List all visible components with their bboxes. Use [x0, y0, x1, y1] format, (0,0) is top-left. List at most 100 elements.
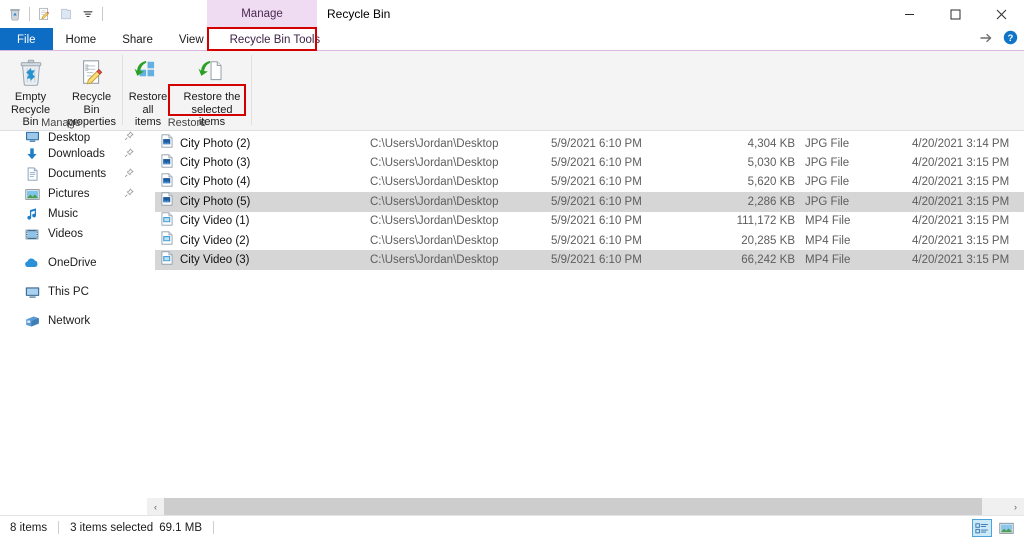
jpg-file-icon — [161, 153, 173, 173]
cell-location: C:\Users\Jordan\Desktop — [370, 234, 499, 247]
document-icon — [22, 166, 42, 182]
scrollbar-track[interactable] — [164, 498, 1007, 515]
tab-recycle-bin-tools[interactable]: Recycle Bin Tools — [217, 28, 334, 51]
cell-date-modified: 4/20/2021 3:15 PM — [912, 176, 1010, 189]
pictures-icon — [22, 186, 42, 202]
qat-separator-1 — [29, 7, 30, 21]
tab-view[interactable]: View — [166, 28, 217, 51]
sidebar-item-videos[interactable]: Videos — [0, 224, 148, 244]
sidebar-gap-2 — [0, 273, 148, 282]
ribbon-group-manage: Empty Recycle Bin Recycle Bin properties… — [0, 51, 122, 131]
maximize-button[interactable] — [932, 0, 978, 28]
status-bar: 8 items 3 items selected 69.1 MB — [0, 515, 1024, 539]
network-icon — [22, 313, 42, 329]
cell-location: C:\Users\Jordan\Desktop — [370, 254, 499, 267]
ribbon-right-controls: ? — [980, 28, 1018, 51]
svg-text:?: ? — [1008, 32, 1014, 42]
contextual-tab-group-label: Manage — [241, 8, 283, 20]
window-title: Recycle Bin — [327, 7, 391, 21]
close-button[interactable] — [978, 0, 1024, 28]
table-row[interactable]: City Photo (5) C:\Users\Jordan\Desktop 5… — [155, 192, 1024, 212]
properties-icon[interactable] — [33, 3, 55, 25]
sidebar-label-onedrive: OneDrive — [48, 257, 97, 269]
ribbon-group-label-restore: Restore — [167, 117, 207, 129]
pin-icon-desktop[interactable] — [124, 131, 134, 144]
sidebar-label-documents: Documents — [48, 168, 107, 180]
cell-date-deleted: 5/9/2021 6:10 PM — [551, 137, 642, 150]
sidebar-item-network[interactable]: Network — [0, 311, 148, 331]
table-row[interactable]: City Video (1) C:\Users\Jordan\Desktop 5… — [155, 212, 1024, 231]
ribbon-tab-strip: File Home Share View Recycle Bin Tools — [0, 28, 1024, 51]
table-row[interactable]: City Video (2) C:\Users\Jordan\Desktop 5… — [155, 231, 1024, 250]
scroll-left-button[interactable]: ‹ — [147, 498, 164, 515]
scroll-right-button[interactable]: › — [1007, 498, 1024, 515]
sidebar-item-onedrive[interactable]: OneDrive — [0, 253, 148, 273]
help-icon[interactable]: ? — [1003, 30, 1018, 50]
minimize-button[interactable] — [886, 0, 932, 28]
jpg-file-icon — [161, 173, 173, 192]
sidebar-item-downloads[interactable]: Downloads — [0, 144, 148, 164]
file-list: City Photo (2) C:\Users\Jordan\Desktop 5… — [155, 134, 1024, 494]
empty-recycle-bin-icon — [16, 56, 46, 90]
details-view-button[interactable] — [972, 519, 992, 537]
cell-date-deleted: 5/9/2021 6:10 PM — [551, 254, 642, 267]
table-row[interactable]: City Photo (3) C:\Users\Jordan\Desktop 5… — [155, 153, 1024, 172]
cell-location: C:\Users\Jordan\Desktop — [370, 157, 499, 170]
cell-type: JPG File — [805, 195, 850, 208]
tab-home[interactable]: Home — [53, 28, 110, 51]
sidebar-item-pictures[interactable]: Pictures — [0, 184, 148, 204]
cell-date-deleted: 5/9/2021 6:10 PM — [551, 176, 642, 189]
cell-date-modified: 4/20/2021 3:15 PM — [912, 157, 1010, 170]
desktop-icon — [22, 131, 42, 144]
cell-date-modified: 4/20/2021 3:15 PM — [912, 195, 1010, 208]
table-row[interactable]: City Photo (4) C:\Users\Jordan\Desktop 5… — [155, 173, 1024, 192]
sidebar-label-downloads: Downloads — [48, 148, 105, 160]
cell-size: 5,030 KB — [747, 157, 795, 170]
cell-size: 5,620 KB — [747, 176, 795, 189]
ribbon-group-divider-2 — [251, 55, 252, 125]
jpg-file-icon — [161, 192, 173, 211]
download-icon — [22, 146, 42, 162]
contextual-tab-group-manage: Manage — [207, 0, 317, 28]
mp4-file-icon — [161, 231, 173, 250]
file-name: City Video (1) — [180, 215, 250, 228]
status-selection-count: 3 items selected — [70, 521, 154, 534]
tab-share[interactable]: Share — [109, 28, 166, 51]
sidebar-item-documents[interactable]: Documents — [0, 164, 148, 184]
file-name: City Photo (5) — [180, 195, 251, 208]
mp4-file-icon — [161, 212, 173, 231]
pin-icon-documents[interactable] — [124, 167, 134, 181]
navigation-pane: Desktop Downloads Documents Pictures Mus… — [0, 131, 148, 494]
cell-size: 20,285 KB — [741, 234, 795, 247]
scrollbar-thumb[interactable] — [164, 498, 982, 515]
music-note-icon — [22, 206, 42, 222]
sidebar-item-desktop[interactable]: Desktop — [0, 131, 148, 144]
pin-icon-pictures[interactable] — [124, 187, 134, 201]
folder-icon[interactable] — [55, 3, 77, 25]
pin-icon-downloads[interactable] — [124, 147, 134, 161]
sidebar-gap-1 — [0, 244, 148, 253]
cell-size: 111,172 KB — [736, 215, 795, 228]
title-bar: Manage Recycle Bin — [0, 0, 1024, 28]
large-icons-view-button[interactable] — [996, 519, 1016, 537]
cell-date-deleted: 5/9/2021 6:10 PM — [551, 215, 642, 228]
quick-access-toolbar — [4, 2, 106, 26]
cell-type: JPG File — [805, 157, 850, 170]
status-separator-2 — [213, 521, 215, 534]
ribbon-group-label-manage: Manage — [41, 117, 81, 129]
video-icon — [22, 226, 42, 242]
horizontal-scrollbar[interactable]: ‹ › — [147, 498, 1024, 515]
chevron-down-icon[interactable] — [77, 3, 99, 25]
restore-selected-items-icon — [197, 56, 227, 90]
table-row[interactable]: City Video (3) C:\Users\Jordan\Desktop 5… — [155, 250, 1024, 270]
sidebar-item-this-pc[interactable]: This PC — [0, 282, 148, 302]
recycle-bin-properties-icon — [77, 56, 107, 90]
sidebar-item-music[interactable]: Music — [0, 204, 148, 224]
tab-file[interactable]: File — [0, 28, 53, 51]
recycle-bin-icon[interactable] — [4, 3, 26, 25]
table-row[interactable]: City Photo (2) C:\Users\Jordan\Desktop 5… — [155, 134, 1024, 153]
collapse-ribbon-icon[interactable] — [980, 31, 994, 49]
cell-size: 4,304 KB — [747, 137, 795, 150]
cell-type: MP4 File — [805, 254, 851, 267]
cell-location: C:\Users\Jordan\Desktop — [370, 215, 499, 228]
